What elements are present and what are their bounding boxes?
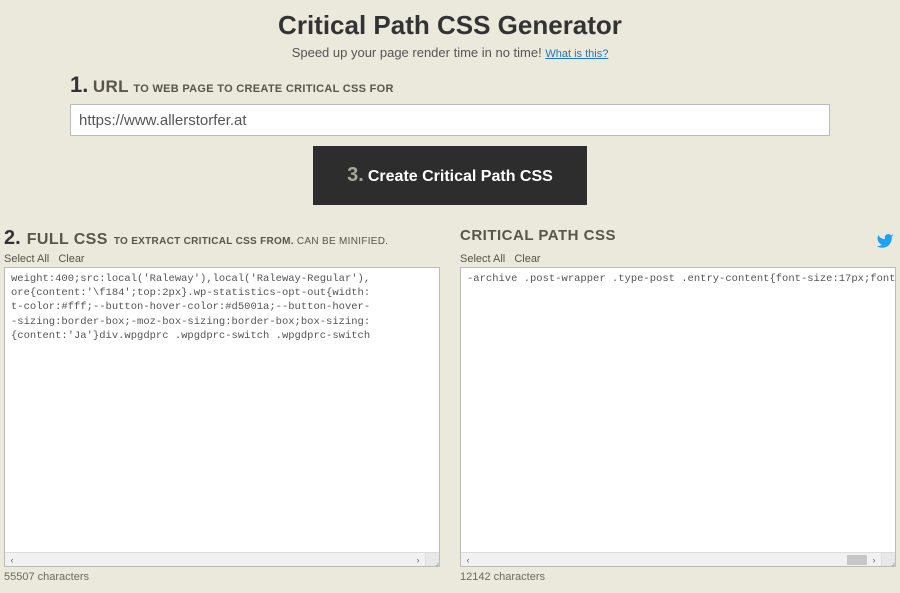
critical-css-title: CRITICAL PATH CSS (460, 227, 616, 244)
critical-css-textarea[interactable]: -archive .post-wrapper .type-post .entry… (460, 267, 896, 567)
scroll-right-icon[interactable]: › (411, 553, 425, 567)
full-css-select-all-link[interactable]: Select All (4, 253, 49, 265)
subtitle-text: Speed up your page render time in no tim… (292, 45, 546, 60)
step-2-number: 2. (4, 227, 21, 250)
step-2-header: 2. FULL CSS TO EXTRACT CRITICAL CSS FROM… (4, 227, 440, 249)
resize-handle-icon[interactable]: ⌟ (881, 553, 895, 567)
page-title: Critical Path CSS Generator (0, 10, 900, 41)
critical-css-clear-link[interactable]: Clear (514, 253, 540, 265)
full-css-textarea[interactable]: weight:400;src:local('Raleway'),local('R… (4, 267, 440, 567)
full-css-scrollbar[interactable]: ‹ › ⌟ (5, 552, 439, 566)
critical-css-scrollbar[interactable]: ‹ › ⌟ (461, 552, 895, 566)
full-css-clear-link[interactable]: Clear (58, 253, 84, 265)
page-subtitle: Speed up your page render time in no tim… (0, 45, 900, 60)
what-is-this-link[interactable]: What is this? (545, 48, 608, 60)
twitter-icon[interactable] (876, 232, 894, 255)
step-3-number: 3. (347, 164, 364, 186)
scroll-left-icon[interactable]: ‹ (461, 553, 475, 567)
full-css-content: weight:400;src:local('Raleway'),local('R… (5, 268, 439, 347)
step-1-header: 1. URL TO WEB PAGE TO CREATE CRITICAL CS… (70, 72, 830, 98)
full-css-char-count: 55507 characters (4, 571, 440, 583)
create-critical-css-button[interactable]: 3.Create Critical Path CSS (313, 146, 587, 205)
scrollbar-thumb[interactable] (847, 555, 867, 565)
critical-css-select-all-link[interactable]: Select All (460, 253, 505, 265)
resize-handle-icon[interactable]: ⌟ (425, 553, 439, 567)
step-1-label: URL (93, 77, 129, 96)
step-2-desc: TO EXTRACT CRITICAL CSS FROM. CAN BE MIN… (114, 236, 389, 247)
step-1-desc: TO WEB PAGE TO CREATE CRITICAL CSS FOR (133, 83, 393, 95)
critical-css-char-count: 12142 characters (460, 571, 896, 583)
url-input[interactable] (70, 104, 830, 136)
scroll-left-icon[interactable]: ‹ (5, 553, 19, 567)
step-2-label: FULL CSS (27, 231, 108, 249)
critical-css-content: -archive .post-wrapper .type-post .entry… (461, 268, 895, 290)
step-1-number: 1. (70, 72, 88, 97)
scroll-right-icon[interactable]: › (867, 553, 881, 567)
create-button-label: Create Critical Path CSS (368, 168, 553, 185)
